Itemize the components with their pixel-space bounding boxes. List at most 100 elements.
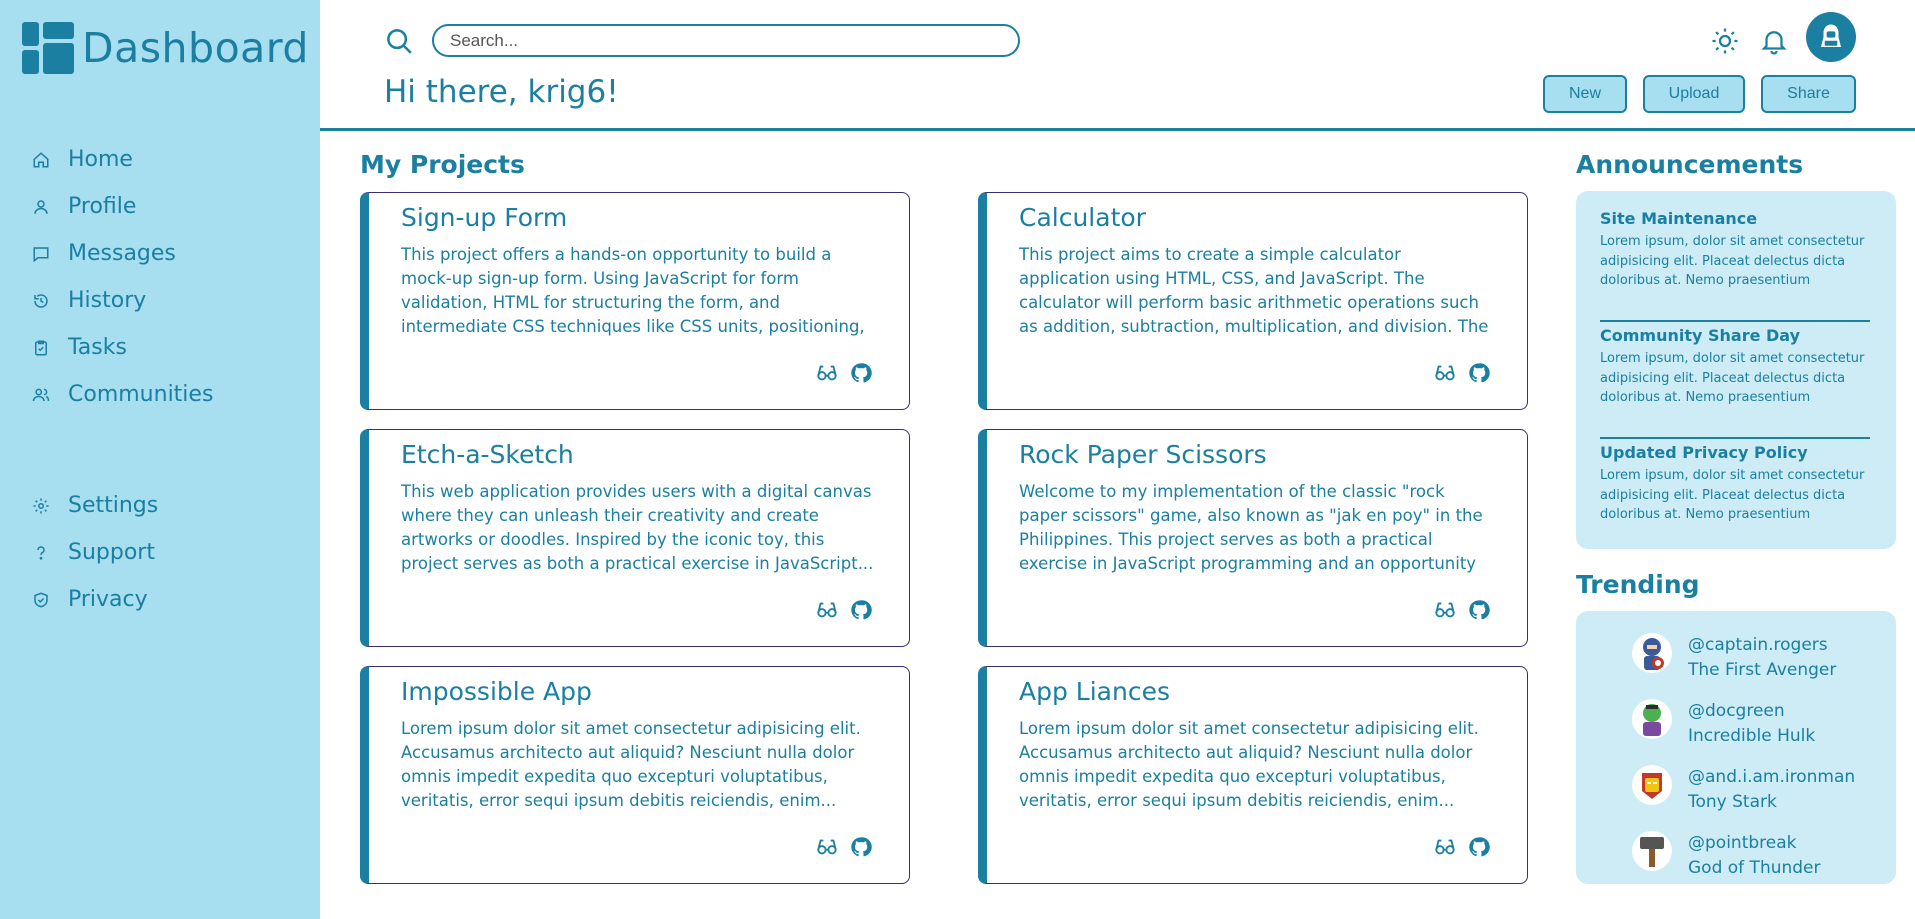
projects-heading: My Projects — [360, 150, 525, 179]
project-title: Rock Paper Scissors — [1019, 440, 1267, 469]
github-icon[interactable] — [1467, 598, 1491, 622]
view-glasses-icon[interactable] — [815, 598, 839, 622]
user-icon — [30, 196, 52, 218]
sidebar-item-home[interactable]: Home — [30, 136, 300, 183]
theme-toggle-sun-icon[interactable] — [1710, 26, 1740, 56]
view-glasses-icon[interactable] — [815, 361, 839, 385]
announcement-body: Lorem ipsum, dolor sit amet consectetur … — [1600, 351, 1865, 405]
announcement-title: Community Share Day — [1600, 326, 1801, 345]
project-description: Lorem ipsum dolor sit amet consectetur a… — [1019, 719, 1479, 810]
shield-icon — [30, 589, 52, 611]
question-icon — [30, 542, 52, 564]
trending-name: The First Avenger — [1688, 660, 1837, 680]
github-icon[interactable] — [849, 361, 873, 385]
trending-name: God of Thunder — [1688, 858, 1821, 878]
share-button[interactable]: Share — [1761, 75, 1856, 113]
github-icon[interactable] — [849, 835, 873, 859]
project-description: This project aims to create a simple cal… — [1019, 245, 1489, 336]
sidebar-item-communities[interactable]: Communities — [30, 371, 300, 418]
project-title: Calculator — [1019, 203, 1146, 232]
announcement-item[interactable]: Updated Privacy Policy Lorem ipsum, dolo… — [1600, 439, 1870, 556]
sidebar-item-label: Tasks — [68, 335, 127, 360]
project-card[interactable]: Impossible App Lorem ipsum dolor sit ame… — [360, 666, 910, 884]
project-title: App Liances — [1019, 677, 1170, 706]
users-icon — [30, 384, 52, 406]
trending-handle: @and.i.am.ironman — [1688, 767, 1856, 787]
hulk-avatar — [1632, 699, 1672, 739]
sidebar: Dashboard Home Profile Messages History … — [0, 0, 320, 919]
sidebar-item-label: Home — [68, 147, 133, 172]
announcement-body: Lorem ipsum, dolor sit amet consectetur … — [1600, 234, 1865, 288]
sidebar-item-support[interactable]: Support — [30, 529, 300, 576]
github-icon[interactable] — [1467, 361, 1491, 385]
project-card[interactable]: Etch-a-Sketch This web application provi… — [360, 429, 910, 647]
announcements-heading: Announcements — [1576, 150, 1804, 179]
search-icon[interactable] — [384, 26, 414, 56]
announcement-item[interactable]: Community Share Day Lorem ipsum, dolor s… — [1600, 322, 1870, 439]
trending-name: Tony Stark — [1688, 792, 1777, 812]
sidebar-item-label: Profile — [68, 194, 137, 219]
view-glasses-icon[interactable] — [1433, 598, 1457, 622]
trending-item[interactable]: @docgreen Incredible Hulk — [1576, 687, 1896, 753]
hacker-avatar-icon — [1821, 24, 1841, 47]
view-glasses-icon[interactable] — [1433, 361, 1457, 385]
announcement-item[interactable]: Site Maintenance Lorem ipsum, dolor sit … — [1600, 205, 1870, 322]
upload-button[interactable]: Upload — [1643, 75, 1745, 113]
trending-item[interactable]: @captain.rogers The First Avenger — [1576, 621, 1896, 687]
header: Hi there, krig6! New Upload Share — [320, 0, 1915, 131]
iron-man-avatar — [1632, 765, 1672, 805]
trending-heading: Trending — [1576, 570, 1700, 599]
sidebar-item-label: Messages — [68, 241, 176, 266]
project-description: Lorem ipsum dolor sit amet consectetur a… — [401, 719, 861, 810]
project-card[interactable]: Rock Paper Scissors Welcome to my implem… — [978, 429, 1528, 647]
trending-handle: @captain.rogers — [1688, 635, 1828, 655]
app-title: Dashboard — [82, 24, 309, 72]
trending-item[interactable]: @and.i.am.ironman Tony Stark — [1576, 753, 1896, 819]
project-card[interactable]: App Liances Lorem ipsum dolor sit amet c… — [978, 666, 1528, 884]
project-description: This web application provides users with… — [401, 482, 874, 573]
nav-secondary: Settings Support Privacy — [30, 482, 300, 623]
github-icon[interactable] — [1467, 835, 1491, 859]
project-title: Sign-up Form — [401, 203, 568, 232]
sidebar-item-tasks[interactable]: Tasks — [30, 324, 300, 371]
message-icon — [30, 243, 52, 265]
project-card[interactable]: Calculator This project aims to create a… — [978, 192, 1528, 410]
search-input[interactable] — [432, 24, 1020, 57]
dashboard-logo-icon — [22, 22, 74, 74]
sidebar-item-label: Communities — [68, 382, 214, 407]
bell-icon[interactable] — [1759, 26, 1789, 56]
home-icon — [30, 149, 52, 171]
sidebar-item-settings[interactable]: Settings — [30, 482, 300, 529]
gear-icon — [30, 495, 52, 517]
trending-panel: @captain.rogers The First Avenger @docgr… — [1576, 611, 1896, 884]
trending-handle: @docgreen — [1688, 701, 1785, 721]
new-button[interactable]: New — [1543, 75, 1627, 113]
trending-item[interactable]: @pointbreak God of Thunder — [1576, 819, 1896, 885]
user-avatar[interactable] — [1806, 12, 1856, 62]
sidebar-item-privacy[interactable]: Privacy — [30, 576, 300, 623]
trending-name: Incredible Hulk — [1688, 726, 1816, 746]
sidebar-item-label: History — [68, 288, 147, 313]
nav-main: Home Profile Messages History Tasks Comm… — [30, 136, 300, 418]
sidebar-item-label: Settings — [68, 493, 159, 518]
view-glasses-icon[interactable] — [815, 835, 839, 859]
view-glasses-icon[interactable] — [1433, 835, 1457, 859]
announcement-title: Updated Privacy Policy — [1600, 443, 1808, 462]
project-title: Impossible App — [401, 677, 592, 706]
clipboard-check-icon — [30, 337, 52, 359]
project-card[interactable]: Sign-up Form This project offers a hands… — [360, 192, 910, 410]
sidebar-item-history[interactable]: History — [30, 277, 300, 324]
captain-america-avatar — [1632, 633, 1672, 673]
greeting: Hi there, krig6! — [384, 74, 619, 110]
sidebar-item-label: Privacy — [68, 587, 148, 612]
project-description: This project offers a hands-on opportuni… — [401, 245, 865, 336]
sidebar-item-messages[interactable]: Messages — [30, 230, 300, 277]
thor-hammer-avatar — [1632, 831, 1672, 871]
sidebar-item-profile[interactable]: Profile — [30, 183, 300, 230]
github-icon[interactable] — [849, 598, 873, 622]
announcements-panel: Site Maintenance Lorem ipsum, dolor sit … — [1576, 191, 1896, 549]
project-title: Etch-a-Sketch — [401, 440, 574, 469]
project-description: Welcome to my implementation of the clas… — [1019, 482, 1483, 573]
logo: Dashboard — [22, 22, 309, 74]
announcement-title: Site Maintenance — [1600, 209, 1758, 228]
